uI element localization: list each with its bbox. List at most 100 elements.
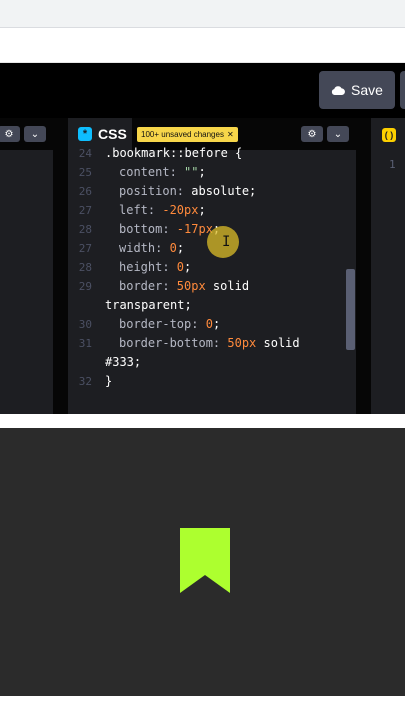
code-token: ; <box>249 184 257 198</box>
code-token: border: <box>119 279 177 293</box>
html-pane[interactable]: ⚙ ⌄ <box>0 118 53 414</box>
css-collapse-button[interactable]: ⌄ <box>327 126 349 142</box>
css-pane[interactable]: * CSS 100+ unsaved changes ✕ ⚙ ⌄ 24 .book… <box>68 118 356 414</box>
js-pane[interactable]: ( ) 1 <box>371 118 405 414</box>
gear-icon: ⚙ <box>307 128 317 140</box>
code-line[interactable]: 30 border-top: 0; <box>68 315 348 334</box>
js-pane-header: ( ) <box>371 118 405 150</box>
unsaved-changes-badge[interactable]: 100+ unsaved changes ✕ <box>137 127 238 142</box>
line-number: 28 <box>78 223 92 236</box>
code-line[interactable]: 24 .bookmark::before { <box>68 144 348 163</box>
code-text: } <box>105 372 112 391</box>
code-text: border: 50px solid <box>119 277 249 296</box>
line-number: 1 <box>389 158 396 171</box>
html-settings-button[interactable]: ⚙ <box>0 126 20 142</box>
code-text: transparent; <box>105 296 192 315</box>
code-text: border-top: 0; <box>119 315 220 334</box>
code-line[interactable]: 25 content: ""; <box>68 163 348 182</box>
gear-icon: ⚙ <box>4 128 14 140</box>
code-text: #333; <box>105 353 141 372</box>
code-token: ; <box>176 241 185 255</box>
line-number: 31 <box>78 337 92 350</box>
html-collapse-button[interactable]: ⌄ <box>24 126 46 142</box>
line-number: 28 <box>78 261 92 274</box>
text-cursor-icon: I <box>222 234 231 250</box>
css-scrollbar[interactable] <box>346 269 355 350</box>
css-code-editor[interactable]: 24 .bookmark::before {25 content: ""; 26 pos… <box>68 146 356 414</box>
code-text: border-bottom: 50px solid <box>119 334 300 353</box>
editor-header: Save <box>0 63 405 118</box>
code-text: width: 0; <box>119 239 184 258</box>
code-token: 0 <box>205 317 213 331</box>
code-token: solid <box>256 336 300 350</box>
chevron-down-icon: ⌄ <box>30 128 40 140</box>
code-text: .bookmark::before { <box>105 144 242 163</box>
tab-js[interactable]: ( ) <box>371 118 405 150</box>
close-icon[interactable]: ✕ <box>227 130 234 139</box>
save-button[interactable]: Save <box>319 71 395 109</box>
line-number: 24 <box>78 147 92 160</box>
bookmark-shape <box>180 528 230 593</box>
code-token: 50px <box>176 279 206 293</box>
code-line[interactable]: 28 height: 0; <box>68 258 348 277</box>
tab-css-label: CSS <box>98 126 127 142</box>
code-text: left: -20px; <box>119 201 206 220</box>
code-token: border-bottom: <box>119 336 228 350</box>
resize-divider[interactable] <box>0 414 405 428</box>
code-token: left: <box>119 203 163 217</box>
code-text: position: absolute; <box>119 182 256 201</box>
code-token: .bookmark::before { <box>105 146 243 160</box>
code-line[interactable]: 32} <box>68 372 348 391</box>
code-token: 0 <box>169 241 177 255</box>
bookmark-notch <box>180 575 230 593</box>
line-number: 27 <box>78 242 92 255</box>
css-settings-button[interactable]: ⚙ <box>301 126 323 142</box>
code-token: height: <box>119 260 177 274</box>
code-text: height: 0; <box>119 258 191 277</box>
html-pane-header: ⚙ ⌄ <box>0 118 53 150</box>
code-token: #333; <box>105 355 142 369</box>
line-number: 25 <box>78 166 92 179</box>
code-line[interactable]: 29 border: 50px solid <box>68 277 348 296</box>
code-line[interactable]: #333; <box>68 353 348 372</box>
code-token: "" <box>184 165 199 179</box>
code-token: 50px <box>227 336 257 350</box>
code-token: ; <box>198 165 206 179</box>
chevron-down-icon: ⌄ <box>333 128 343 140</box>
code-line[interactable]: 27 left: -20px; <box>68 201 348 220</box>
css-icon: * <box>78 127 92 141</box>
code-token: border-top: <box>119 317 206 331</box>
code-line[interactable]: 31 border-bottom: 50px solid <box>68 334 348 353</box>
cloud-icon <box>331 82 345 98</box>
result-preview <box>0 428 405 696</box>
js-icon: ( ) <box>382 128 396 142</box>
code-token: transparent; <box>105 298 192 312</box>
code-token: -20px <box>162 203 199 217</box>
code-token: 0 <box>176 260 185 274</box>
code-token: } <box>105 374 113 388</box>
line-number: 30 <box>78 318 92 331</box>
code-line[interactable]: 26 position: absolute; <box>68 182 348 201</box>
line-number: 32 <box>78 375 92 388</box>
code-token: ; <box>198 203 206 217</box>
code-line[interactable]: transparent; <box>68 296 348 315</box>
code-token: position: <box>119 184 192 198</box>
code-text: bottom: -17px; <box>119 220 220 239</box>
save-button-label: Save <box>351 82 383 98</box>
line-number: 29 <box>78 280 92 293</box>
unsaved-changes-label: 100+ unsaved changes <box>141 130 224 139</box>
code-token: absolute <box>191 184 250 198</box>
line-number: 26 <box>78 185 92 198</box>
address-bar[interactable] <box>0 36 405 63</box>
code-token: bottom: <box>119 222 177 236</box>
settings-button-edge[interactable] <box>400 71 405 109</box>
line-number: 27 <box>78 204 92 217</box>
code-token: solid <box>205 279 250 293</box>
browser-tab-strip <box>0 0 405 28</box>
code-token: ; <box>184 260 192 274</box>
browser-chrome <box>0 0 405 36</box>
code-token: ; <box>212 317 221 331</box>
code-token: content: <box>119 165 185 179</box>
code-token: -17px <box>176 222 213 236</box>
code-text: content: ""; <box>119 163 206 182</box>
